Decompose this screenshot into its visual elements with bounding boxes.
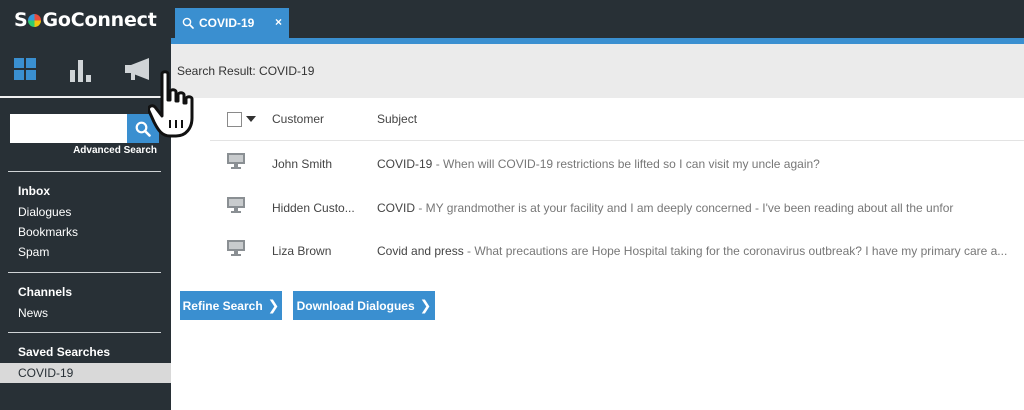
column-header-subject[interactable]: Subject	[377, 112, 417, 126]
sidebar: S GoConnect Advanced Search Inbox Dialog…	[0, 0, 171, 410]
row-subject: COVID - MY grandmother is at your facili…	[377, 201, 954, 215]
row-customer: Hidden Custo...	[272, 201, 355, 215]
table-row[interactable]: Liza Brown Covid and press - What precau…	[210, 230, 1024, 270]
hand-pointer-icon	[147, 70, 204, 147]
logo-circle-icon	[28, 14, 42, 27]
button-label: Refine Search	[182, 298, 263, 313]
sidebar-item-bookmarks[interactable]: Bookmarks	[18, 225, 78, 239]
search-icon	[182, 17, 194, 29]
sidebar-search-input[interactable]	[10, 114, 127, 143]
close-icon[interactable]: ×	[275, 15, 282, 29]
section-title-inbox: Inbox	[18, 184, 50, 198]
divider	[0, 96, 171, 98]
tab-covid-19[interactable]: COVID-19 ×	[175, 8, 289, 38]
section-title-saved-searches: Saved Searches	[18, 345, 111, 359]
table-row[interactable]: Hidden Custo... COVID - MY grandmother i…	[210, 187, 1024, 227]
sidebar-item-news[interactable]: News	[18, 306, 48, 320]
tab-bar: COVID-19 ×	[171, 0, 1024, 38]
advanced-search-link[interactable]: Advanced Search	[73, 145, 157, 156]
tab-label: COVID-19	[199, 16, 255, 30]
table-row[interactable]: John Smith COVID-19 - When will COVID-19…	[210, 143, 1024, 183]
refine-search-button[interactable]: Refine Search ❯	[180, 291, 282, 320]
row-subject: COVID-19 - When will COVID-19 restrictio…	[377, 157, 820, 171]
section-title-channels: Channels	[18, 285, 73, 299]
row-customer: John Smith	[272, 157, 333, 171]
divider	[210, 140, 1024, 141]
divider	[8, 171, 161, 172]
column-header-customer[interactable]: Customer	[272, 112, 324, 126]
bar-chart-icon[interactable]	[70, 58, 92, 82]
app-logo[interactable]: S GoConnect	[14, 9, 157, 31]
sidebar-item-spam[interactable]: Spam	[18, 245, 49, 259]
chevron-right-icon: ❯	[419, 297, 432, 313]
dashboard-icon[interactable]	[14, 58, 37, 81]
nav-icon-row	[0, 58, 171, 86]
divider	[8, 332, 161, 333]
button-label: Download Dialogues	[296, 298, 415, 313]
divider	[8, 272, 161, 273]
monitor-icon	[227, 240, 245, 261]
sidebar-item-covid-19[interactable]: COVID-19	[0, 363, 171, 383]
monitor-icon	[227, 197, 245, 218]
chevron-down-icon[interactable]	[246, 116, 256, 122]
chevron-right-icon: ❯	[267, 297, 280, 313]
sidebar-item-dialogues[interactable]: Dialogues	[18, 205, 71, 219]
row-subject: Covid and press - What precautions are H…	[377, 244, 1008, 258]
download-dialogues-button[interactable]: Download Dialogues ❯	[293, 291, 435, 320]
result-header: Search Result: COVID-19	[171, 44, 1024, 98]
monitor-icon	[227, 153, 245, 174]
select-all-checkbox[interactable]	[227, 112, 242, 127]
row-customer: Liza Brown	[272, 244, 332, 258]
